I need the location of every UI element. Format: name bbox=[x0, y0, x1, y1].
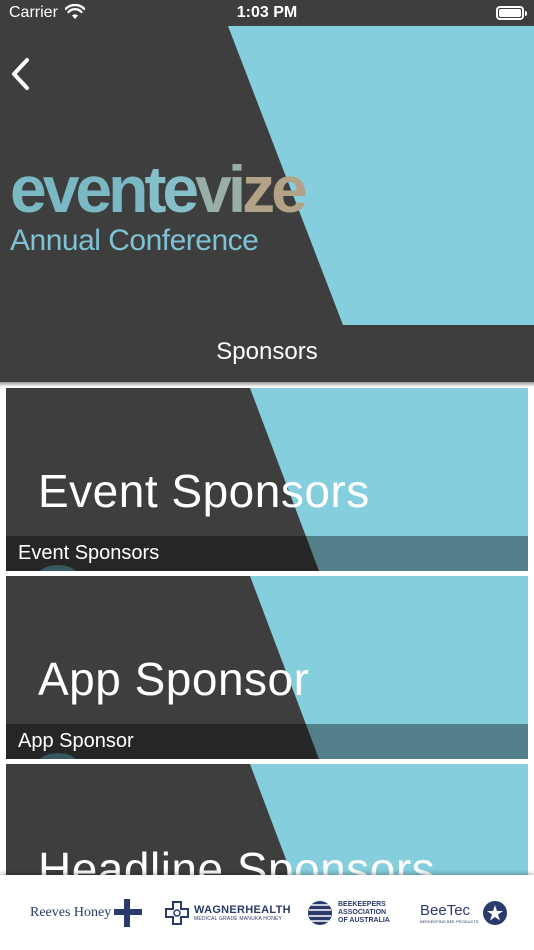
globe-icon bbox=[308, 901, 332, 925]
status-bar: Carrier 1:03 PM bbox=[0, 0, 534, 26]
cross-outline-icon bbox=[165, 901, 189, 925]
card-banner-text: App Sponsor bbox=[38, 653, 310, 705]
event-banner: eventevize Annual Conference bbox=[0, 26, 534, 325]
card-caption: Event Sponsors bbox=[6, 536, 528, 571]
sponsors-screen: Carrier 1:03 PM eventevize Annual Confer… bbox=[0, 0, 534, 950]
sponsor-name: WAGNERHEALTH bbox=[194, 904, 291, 916]
card-caption: App Sponsor bbox=[6, 724, 528, 759]
category-card-app-sponsor[interactable]: App Sponsor App Sponsor bbox=[6, 576, 528, 759]
brand-logo: eventevize Annual Conference bbox=[10, 152, 308, 258]
sponsor-name: BeeTec bbox=[420, 902, 471, 919]
brand-subtitle: Annual Conference bbox=[10, 224, 259, 257]
sponsor-logo-reeves-honey[interactable]: Reeves Honey bbox=[30, 893, 143, 933]
title-divider bbox=[0, 382, 534, 387]
clock: 1:03 PM bbox=[236, 4, 298, 21]
sponsor-tagline: BEEKEEPING BEE PRODUCTS bbox=[420, 919, 479, 924]
star-badge-icon bbox=[483, 901, 508, 925]
category-card-event-sponsors[interactable]: Event Sponsors Event Sponsors bbox=[6, 388, 528, 571]
sponsor-name-line: BEEKEEPERS bbox=[338, 901, 386, 908]
sponsor-name-line: OF AUSTRALIA bbox=[338, 917, 390, 924]
sponsor-logo-bar: Reeves Honey WAGNERHEALTH MEDICAL GRADE … bbox=[0, 875, 534, 950]
chevron-left-icon bbox=[12, 58, 29, 90]
sponsor-name: Reeves Honey bbox=[30, 905, 112, 920]
cross-icon bbox=[114, 899, 143, 927]
sponsor-name-line: ASSOCIATION bbox=[338, 909, 387, 916]
sponsor-logo-beetec[interactable]: BeeTec BEEKEEPING BEE PRODUCTS bbox=[420, 893, 508, 933]
sponsor-logo-wagnerhealth[interactable]: WAGNERHEALTH MEDICAL GRADE MANUKA HONEY bbox=[164, 893, 291, 933]
back-button[interactable] bbox=[8, 56, 36, 92]
sponsor-tagline: MEDICAL GRADE MANUKA HONEY bbox=[194, 916, 283, 922]
sponsor-logo-beekeepers-association[interactable]: BEEKEEPERS ASSOCIATION OF AUSTRALIA bbox=[306, 893, 390, 933]
battery-icon bbox=[496, 6, 527, 20]
brand-wordmark: eventevize bbox=[10, 152, 308, 226]
card-banner-text: Event Sponsors bbox=[38, 465, 370, 517]
page-title: Sponsors bbox=[0, 325, 534, 382]
